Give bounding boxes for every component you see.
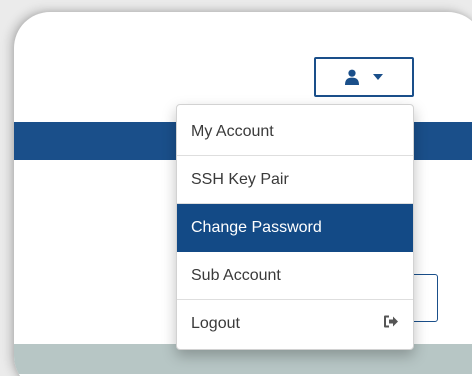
menu-item-change-password[interactable]: Change Password [177,204,413,252]
user-dropdown-menu: My Account SSH Key Pair Change Password … [176,104,414,350]
user-icon [344,69,360,85]
user-menu-button[interactable] [314,57,414,97]
sign-out-icon [383,315,399,334]
menu-item-ssh-key-pair[interactable]: SSH Key Pair [177,156,413,204]
menu-item-sub-account[interactable]: Sub Account [177,252,413,300]
menu-item-label: Change Password [191,218,322,236]
menu-item-label: Sub Account [191,266,281,284]
menu-item-label: SSH Key Pair [191,170,289,188]
menu-item-logout[interactable]: Logout [177,300,413,348]
caret-down-icon [372,73,384,81]
screenshot-stage: My Account SSH Key Pair Change Password … [0,0,472,376]
menu-item-my-account[interactable]: My Account [177,108,413,156]
menu-item-label: Logout [191,315,240,332]
menu-item-label: My Account [191,122,274,140]
